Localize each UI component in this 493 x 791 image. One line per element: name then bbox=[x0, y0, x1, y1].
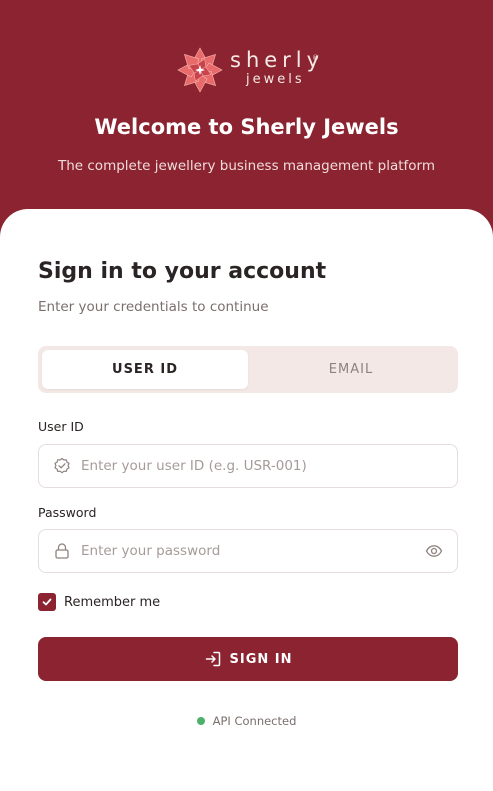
form-title: Sign in to your account bbox=[38, 259, 327, 284]
checkmark-icon bbox=[42, 598, 52, 606]
user-id-label: User ID bbox=[38, 419, 84, 434]
tab-user-id[interactable]: USER ID bbox=[42, 350, 248, 389]
lock-icon bbox=[55, 543, 69, 559]
password-field bbox=[38, 529, 458, 573]
hero-header: sherly ® jewels Welcome to Sherly Jewels… bbox=[0, 0, 493, 230]
brand-name: sherly bbox=[230, 48, 325, 72]
brand-logo: sherly ® jewels bbox=[176, 46, 326, 94]
hero-title: Welcome to Sherly Jewels bbox=[94, 115, 399, 139]
user-id-field bbox=[38, 444, 458, 488]
registered-mark: ® bbox=[312, 54, 319, 62]
status-text: API Connected bbox=[212, 714, 297, 728]
api-status: API Connected bbox=[0, 714, 493, 728]
hero-subtitle: The complete jewellery business manageme… bbox=[57, 158, 435, 174]
sign-in-label: SIGN IN bbox=[229, 651, 293, 667]
form-subtitle: Enter your credentials to continue bbox=[38, 299, 269, 315]
sign-in-icon bbox=[205, 651, 220, 667]
password-input[interactable] bbox=[81, 530, 421, 572]
password-label: Password bbox=[38, 505, 97, 520]
login-card: Sign in to your account Enter your crede… bbox=[0, 209, 493, 791]
sign-in-button[interactable]: SIGN IN bbox=[38, 637, 458, 681]
remember-me-label: Remember me bbox=[64, 594, 161, 610]
eye-icon[interactable] bbox=[425, 542, 443, 560]
flower-gem-icon bbox=[177, 47, 223, 93]
tab-email[interactable]: EMAIL bbox=[248, 350, 454, 389]
remember-me[interactable]: Remember me bbox=[38, 593, 160, 611]
status-dot bbox=[196, 717, 205, 725]
badge-check-icon bbox=[54, 457, 70, 474]
login-method-tabs: USER ID EMAIL bbox=[38, 346, 458, 393]
remember-me-checkbox[interactable] bbox=[38, 593, 56, 611]
brand-tagline: jewels bbox=[246, 72, 305, 87]
user-id-input[interactable] bbox=[81, 445, 421, 487]
